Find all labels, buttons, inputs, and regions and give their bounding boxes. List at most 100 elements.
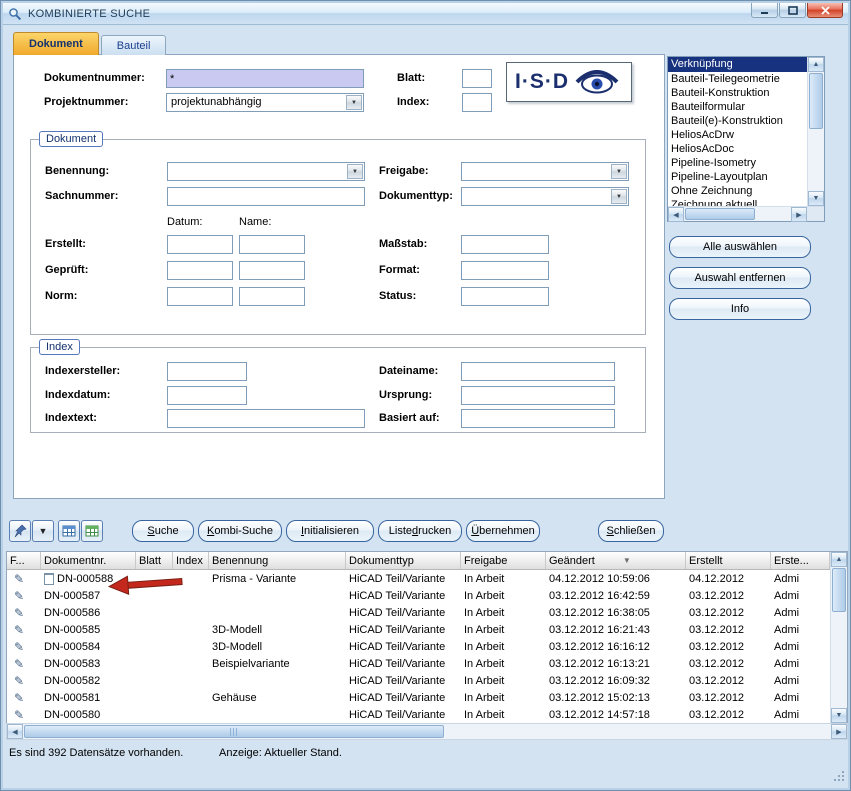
- scroll-up-button[interactable]: ▲: [831, 552, 847, 567]
- scroll-left-button[interactable]: ◀: [668, 207, 684, 222]
- scroll-up-button[interactable]: ▲: [808, 57, 824, 72]
- dropdown-arrow-icon[interactable]: ▼: [347, 164, 363, 179]
- freigabe-combo[interactable]: ▼: [461, 162, 629, 181]
- dropdown-arrow-icon[interactable]: ▼: [611, 164, 627, 179]
- column-header-flags[interactable]: F...: [7, 552, 41, 569]
- dropdown-arrow-icon[interactable]: ▼: [611, 189, 627, 204]
- projektnummer-combo[interactable]: projektunabhängig ▼: [166, 93, 364, 112]
- link-list-item[interactable]: Zeichnung aktuell: [668, 198, 807, 206]
- table-row[interactable]: ✎DN-000586HiCAD Teil/VarianteIn Arbeit03…: [7, 604, 830, 621]
- benennung-combo[interactable]: ▼: [167, 162, 365, 181]
- dropdown-arrow-icon[interactable]: ▼: [346, 95, 362, 110]
- geprueft-name-input[interactable]: [239, 261, 305, 280]
- cell-blatt: [136, 689, 173, 706]
- link-list-item[interactable]: Pipeline-Layoutplan: [668, 170, 807, 184]
- toolbar-button-kombi-suche[interactable]: Kombi-Suche: [198, 520, 282, 542]
- results-vscrollbar[interactable]: ▲ ▼: [830, 552, 847, 723]
- info-button[interactable]: Info: [669, 298, 811, 320]
- link-list-item[interactable]: Pipeline-Isometry: [668, 156, 807, 170]
- cell-index: [173, 638, 209, 655]
- dateiname-input[interactable]: [461, 362, 615, 381]
- blatt-input[interactable]: [462, 69, 492, 88]
- sachnummer-input[interactable]: [167, 187, 365, 206]
- table-row[interactable]: ✎DN-0005843D-ModellHiCAD Teil/VarianteIn…: [7, 638, 830, 655]
- pin-button[interactable]: [9, 520, 31, 542]
- link-list-item[interactable]: Bauteil-Teilegeometrie: [668, 72, 807, 86]
- toolbar-button-liste-drucken[interactable]: Liste drucken: [378, 520, 462, 542]
- format-input[interactable]: [461, 261, 549, 280]
- alle-auswaehlen-button[interactable]: Alle auswählen: [669, 236, 811, 258]
- column-header-erstellt[interactable]: Erstellt: [686, 552, 771, 569]
- grid-view-button[interactable]: [58, 520, 80, 542]
- cell-benennung: Prisma - Variante: [209, 570, 346, 587]
- scroll-down-button[interactable]: ▼: [808, 191, 824, 206]
- link-list-item[interactable]: Bauteil(e)-Konstruktion: [668, 114, 807, 128]
- table-row[interactable]: ✎DN-000582HiCAD Teil/VarianteIn Arbeit03…: [7, 672, 830, 689]
- cell-flags: ✎: [7, 706, 41, 723]
- indexersteller-input[interactable]: [167, 362, 247, 381]
- cell-text: In Arbeit: [464, 709, 504, 721]
- dokumenttyp-combo[interactable]: ▼: [461, 187, 629, 206]
- link-list-item[interactable]: Ohne Zeichnung: [668, 184, 807, 198]
- vscroll-thumb[interactable]: [809, 73, 823, 129]
- norm-datum-input[interactable]: [167, 287, 233, 306]
- close-button[interactable]: [807, 3, 843, 18]
- toolbar-button-schließen[interactable]: Schließen: [598, 520, 664, 542]
- tab-dokument[interactable]: Dokument: [13, 32, 99, 55]
- table-row[interactable]: ✎DN-0005853D-ModellHiCAD Teil/VarianteIn…: [7, 621, 830, 638]
- link-list-hscrollbar[interactable]: ◀ ▶: [668, 206, 824, 221]
- scroll-left-button[interactable]: ◀: [7, 724, 23, 739]
- link-list-item[interactable]: HeliosAcDoc: [668, 142, 807, 156]
- link-list-item[interactable]: HeliosAcDrw: [668, 128, 807, 142]
- norm-name-input[interactable]: [239, 287, 305, 306]
- column-header-dokumenttyp[interactable]: Dokumenttyp: [346, 552, 461, 569]
- column-header-blatt[interactable]: Blatt: [136, 552, 173, 569]
- scroll-down-button[interactable]: ▼: [831, 708, 847, 723]
- hscroll-thumb[interactable]: [685, 208, 755, 220]
- massstab-input[interactable]: [461, 235, 549, 254]
- cell-text: Admi: [774, 573, 799, 585]
- column-header-dokumentnr[interactable]: Dokumentnr.: [41, 552, 136, 569]
- hscroll-thumb[interactable]: [24, 725, 444, 738]
- geprueft-datum-input[interactable]: [167, 261, 233, 280]
- scroll-right-button[interactable]: ▶: [791, 207, 807, 222]
- vscroll-thumb[interactable]: [832, 568, 846, 612]
- filter-button[interactable]: ▼: [32, 520, 54, 542]
- erstellt-datum-input[interactable]: [167, 235, 233, 254]
- column-header-ersteller[interactable]: Erste...: [771, 552, 830, 569]
- ursprung-input[interactable]: [461, 386, 615, 405]
- basiert-auf-input[interactable]: [461, 409, 615, 428]
- titlebar[interactable]: KOMBINIERTE SUCHE: [3, 3, 848, 25]
- column-header-index[interactable]: Index: [173, 552, 209, 569]
- toolbar-button-suche[interactable]: Suche: [132, 520, 194, 542]
- toolbar-button-initialisieren[interactable]: Initialisieren: [286, 520, 374, 542]
- toolbar-button-übernehmen[interactable]: Übernehmen: [466, 520, 540, 542]
- status-input[interactable]: [461, 287, 549, 306]
- link-list-item[interactable]: Bauteil-Konstruktion: [668, 86, 807, 100]
- table-row[interactable]: ✎DN-000581GehäuseHiCAD Teil/VarianteIn A…: [7, 689, 830, 706]
- link-list-item[interactable]: Bauteilformular: [668, 100, 807, 114]
- column-header-geaendert[interactable]: Geändert▼: [546, 552, 686, 569]
- vscroll-track[interactable]: [808, 72, 824, 191]
- hscroll-track[interactable]: [684, 207, 791, 221]
- auswahl-entfernen-button[interactable]: Auswahl entfernen: [669, 267, 811, 289]
- grid-export-button[interactable]: [81, 520, 103, 542]
- indexdatum-input[interactable]: [167, 386, 247, 405]
- scroll-right-button[interactable]: ▶: [831, 724, 847, 739]
- minimize-button[interactable]: [751, 3, 778, 18]
- dokumentnummer-input[interactable]: [166, 69, 364, 88]
- maximize-button[interactable]: [779, 3, 806, 18]
- resize-grip[interactable]: [833, 770, 846, 786]
- column-header-freigabe[interactable]: Freigabe: [461, 552, 546, 569]
- tab-bauteil[interactable]: Bauteil: [101, 35, 167, 55]
- hscroll-track[interactable]: [23, 724, 831, 739]
- results-hscrollbar[interactable]: ◀ ▶: [6, 723, 848, 740]
- link-list-vscrollbar[interactable]: ▲ ▼: [807, 57, 824, 206]
- vscroll-track[interactable]: [831, 567, 847, 708]
- table-row[interactable]: ✎DN-000583BeispielvarianteHiCAD Teil/Var…: [7, 655, 830, 672]
- indextext-input[interactable]: [167, 409, 365, 428]
- column-header-benennung[interactable]: Benennung: [209, 552, 346, 569]
- erstellt-name-input[interactable]: [239, 235, 305, 254]
- table-row[interactable]: ✎DN-000580HiCAD Teil/VarianteIn Arbeit03…: [7, 706, 830, 723]
- index-input[interactable]: [462, 93, 492, 112]
